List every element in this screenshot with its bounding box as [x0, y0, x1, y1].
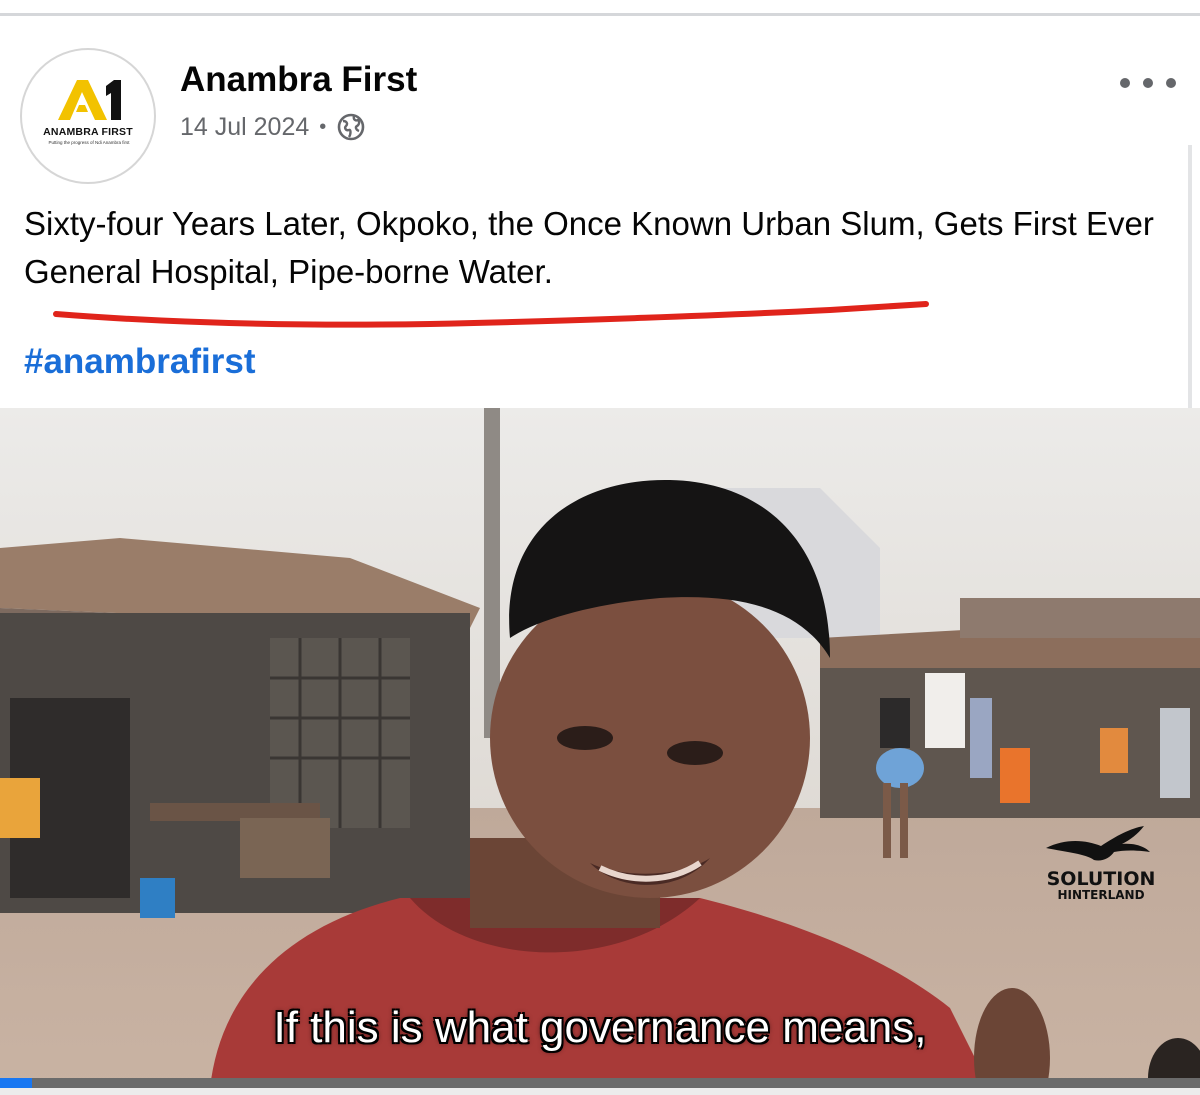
post-text: Sixty-four Years Later, Okpoko, the Once…	[24, 205, 1154, 290]
more-dot	[1143, 78, 1153, 88]
page-avatar[interactable]: ANAMBRA FIRST Putting the progress of Nd…	[20, 48, 156, 184]
eagle-icon	[1046, 826, 1150, 861]
anambra-first-logo-icon	[58, 80, 121, 120]
post-date[interactable]: 14 Jul 2024	[180, 113, 309, 142]
video-progress-fill	[0, 1078, 33, 1088]
page-name[interactable]: Anambra First	[180, 60, 417, 100]
video-frame	[0, 408, 1200, 1088]
red-underline-annotation	[53, 301, 929, 328]
logo-tagline: Putting the progress of Ndi Anambra firs…	[48, 140, 130, 145]
hashtag-link[interactable]: #anambrafirst	[24, 342, 255, 382]
top-divider	[0, 13, 1200, 16]
video-watermark: SOLUTION HINTERLAND	[1026, 818, 1176, 908]
globe-icon[interactable]	[336, 112, 366, 142]
video-subtitle: If this is what governance means,	[273, 1003, 927, 1052]
post-meta: 14 Jul 2024 •	[180, 110, 366, 144]
logo-name: ANAMBRA FIRST	[43, 126, 133, 138]
more-options-icon[interactable]	[1120, 68, 1176, 98]
meta-separator: •	[319, 115, 327, 138]
video-progress-bar[interactable]	[0, 1078, 1200, 1088]
watermark-title: SOLUTION	[1046, 868, 1156, 890]
more-dot	[1166, 78, 1176, 88]
bottom-bar	[0, 1088, 1200, 1095]
video-player[interactable]: SOLUTION HINTERLAND	[0, 408, 1200, 1088]
watermark-subtitle: HINTERLAND	[1057, 888, 1145, 902]
more-dot	[1120, 78, 1130, 88]
